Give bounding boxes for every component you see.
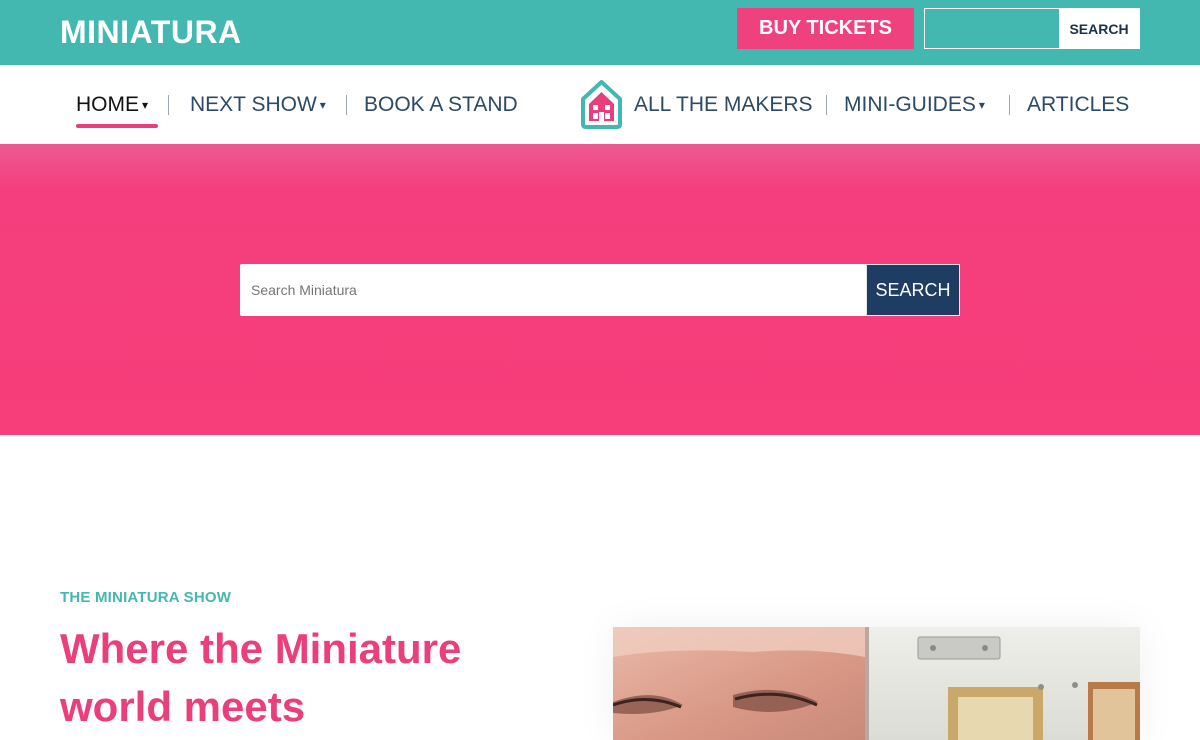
nav-divider: [826, 95, 827, 115]
nav-divider: [168, 95, 169, 115]
section-kicker: THE MINIATURA SHOW: [60, 589, 232, 606]
nav-item-label: HOME: [76, 93, 139, 116]
header-search-input[interactable]: [925, 9, 1059, 48]
nav-item-mini-guides[interactable]: MINI-GUIDES ▾: [844, 93, 985, 117]
nav-item-all-the-makers[interactable]: ALL THE MAKERS: [634, 93, 813, 117]
buy-tickets-button[interactable]: BUY TICKETS: [737, 8, 914, 49]
nav-item-label: NEXT SHOW: [190, 93, 317, 116]
house-icon[interactable]: [580, 79, 623, 129]
nav-item-home[interactable]: HOME ▾: [76, 93, 148, 117]
caret-down-icon: ▾: [319, 98, 326, 112]
nav-item-book-a-stand[interactable]: BOOK A STAND: [364, 93, 518, 117]
nav-item-label: ARTICLES: [1027, 93, 1130, 116]
header-search: SEARCH: [924, 8, 1140, 49]
photo-image: [613, 627, 1140, 740]
nav-item-next-show[interactable]: NEXT SHOW ▾: [190, 93, 326, 117]
nav-item-label: ALL THE MAKERS: [634, 93, 813, 116]
nav-divider: [1009, 95, 1010, 115]
top-bar: MINIATURA BUY TICKETS SEARCH: [0, 0, 1200, 65]
section-headline: Where the Miniature world meets: [60, 625, 462, 730]
nav-item-label: BOOK A STAND: [364, 93, 518, 116]
nav-item-label: MINI-GUIDES: [844, 93, 976, 116]
hero-photo: [613, 627, 1140, 740]
header-search-button[interactable]: SEARCH: [1059, 9, 1139, 48]
nav-divider: [346, 95, 347, 115]
nav-item-articles[interactable]: ARTICLES: [1027, 93, 1129, 117]
caret-down-icon: ▾: [978, 98, 985, 112]
main-nav: HOME ▾ NEXT SHOW ▾ BOOK A STAND ALL THE MA…: [0, 65, 1200, 144]
hero-search: SEARCH: [240, 264, 960, 316]
caret-down-icon: ▾: [142, 98, 149, 112]
active-underline: [76, 124, 158, 128]
hero-search-input[interactable]: [240, 264, 866, 316]
hero-search-button[interactable]: SEARCH: [866, 264, 960, 316]
hero-banner: SEARCH: [0, 144, 1200, 435]
site-logo[interactable]: MINIATURA: [60, 14, 242, 51]
